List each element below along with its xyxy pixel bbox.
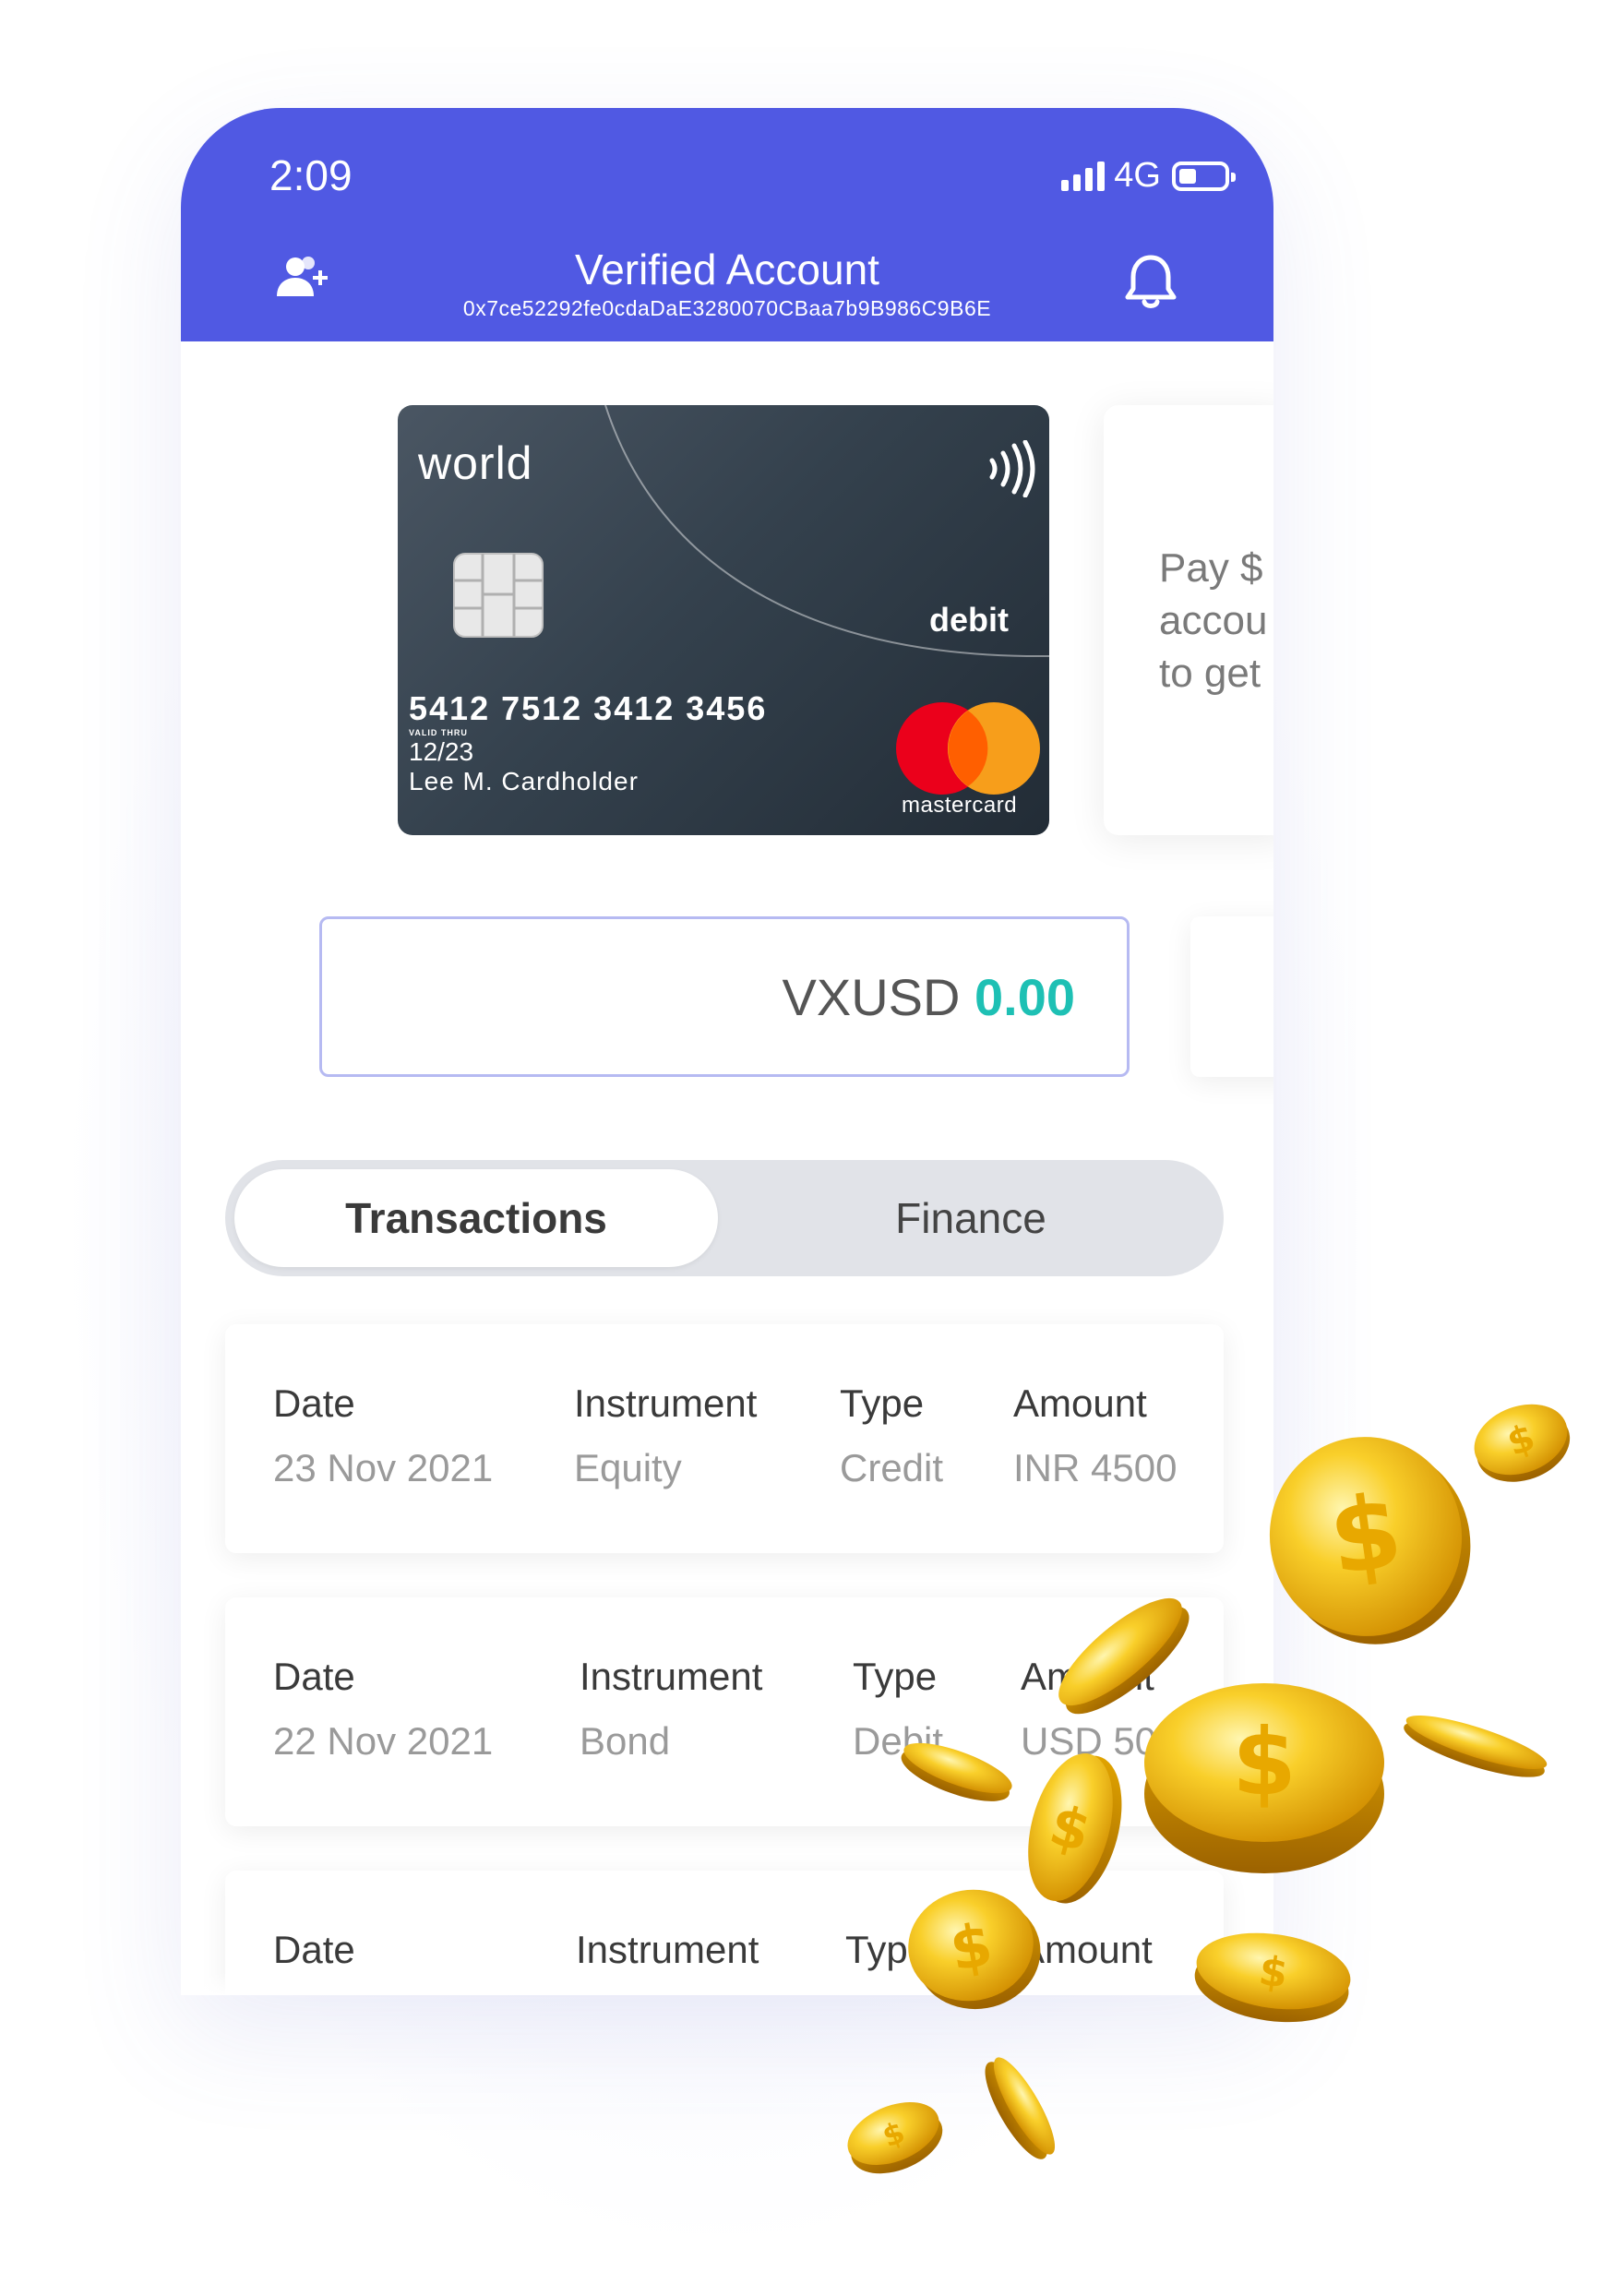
- gold-coins-illustration: $ $ $ $ $ $ $: [847, 1404, 1571, 2174]
- coin-icon: $: [1144, 1683, 1384, 1873]
- coin-icon: $: [908, 1889, 1041, 2010]
- coin-icon: [985, 2057, 1056, 2159]
- coin-icon: [901, 1742, 1012, 1801]
- coin-icon: [1404, 1715, 1548, 1777]
- coin-icon: $: [1194, 1932, 1351, 2023]
- coin-icon: $: [1474, 1404, 1571, 1482]
- coin-icon: $: [1028, 1753, 1122, 1904]
- coin-icon: $: [1269, 1437, 1471, 1644]
- svg-text:$: $: [1232, 1708, 1297, 1816]
- coin-icon: $: [847, 2102, 943, 2174]
